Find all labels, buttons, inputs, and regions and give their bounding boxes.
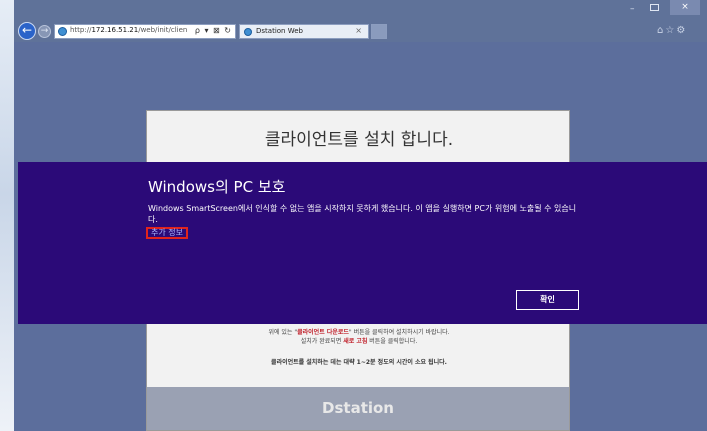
install-time-note: 클라이언트를 설치하는 데는 대략 1~2분 정도의 시간이 소요 됩니다.: [271, 359, 447, 366]
instruction-prefix: 위에 있는 ": [268, 329, 298, 336]
dstation-brand-bar: Dstation: [147, 387, 569, 430]
screen: ← → http://172.16.51.21/web/init/clien ρ…: [0, 0, 707, 431]
tab-close-icon[interactable]: ×: [355, 26, 362, 35]
new-tab-button[interactable]: [371, 24, 387, 39]
smartscreen-title: Windows의 PC 보호: [148, 178, 286, 196]
search-refresh-icons[interactable]: ρ ▾ ⊠ ↻: [195, 26, 232, 35]
home-favorites-settings-icons[interactable]: ⌂☆⚙: [657, 25, 687, 36]
refresh-instruction: 설치가 완료되면 새로 고침 버튼을 클릭합니다.: [147, 336, 571, 345]
maximize-button[interactable]: [650, 4, 659, 11]
ok-button[interactable]: 확인: [516, 290, 579, 310]
url-path: /web/init/clien: [138, 26, 188, 34]
tab-dstation-web[interactable]: Dstation Web ×: [239, 24, 369, 39]
forward-button[interactable]: →: [38, 25, 51, 38]
back-button[interactable]: ←: [18, 22, 36, 40]
url-scheme: http://: [70, 26, 92, 34]
instruction-suffix: " 버튼을 클릭하여 설치하시기 바랍니다.: [348, 329, 450, 336]
more-info-link[interactable]: 추가 정보: [146, 227, 188, 239]
instruction2-prefix: 설치가 완료되면: [300, 338, 344, 345]
address-bar[interactable]: http://172.16.51.21/web/init/clien ρ ▾ ⊠…: [54, 24, 236, 39]
url-host: 172.16.51.21: [91, 26, 139, 34]
instruction2-refresh-label: 새로 고침: [343, 338, 368, 345]
browser-toolbar: ← → http://172.16.51.21/web/init/clien ρ…: [14, 0, 707, 42]
setup-title: 클라이언트를 설치 합니다.: [264, 130, 454, 150]
instruction-download-label: 클라이언트 다운로드: [297, 329, 349, 336]
url-text: http://172.16.51.21/web/init/clien: [70, 26, 187, 34]
back-arrow-icon: ←: [21, 23, 33, 37]
download-instruction: 위에 있는 "클라이언트 다운로드" 버튼을 클릭하여 설치하시기 바랍니다.: [147, 327, 571, 336]
tab-title: Dstation Web: [256, 27, 303, 35]
window-close-button[interactable]: ×: [670, 0, 700, 15]
smartscreen-dialog: Windows의 PC 보호 Windows SmartScreen에서 인식할…: [18, 162, 707, 324]
minimize-button[interactable]: –: [630, 4, 635, 14]
desktop-edge: [0, 0, 14, 431]
instruction2-suffix: 버튼을 클릭합니다.: [367, 338, 418, 345]
forward-arrow-icon: →: [40, 26, 49, 36]
tab-favicon-icon: [244, 28, 252, 36]
smartscreen-message: Windows SmartScreen에서 인식할 수 없는 앱을 시작하지 못…: [148, 204, 577, 224]
page-favicon-icon: [58, 27, 67, 36]
